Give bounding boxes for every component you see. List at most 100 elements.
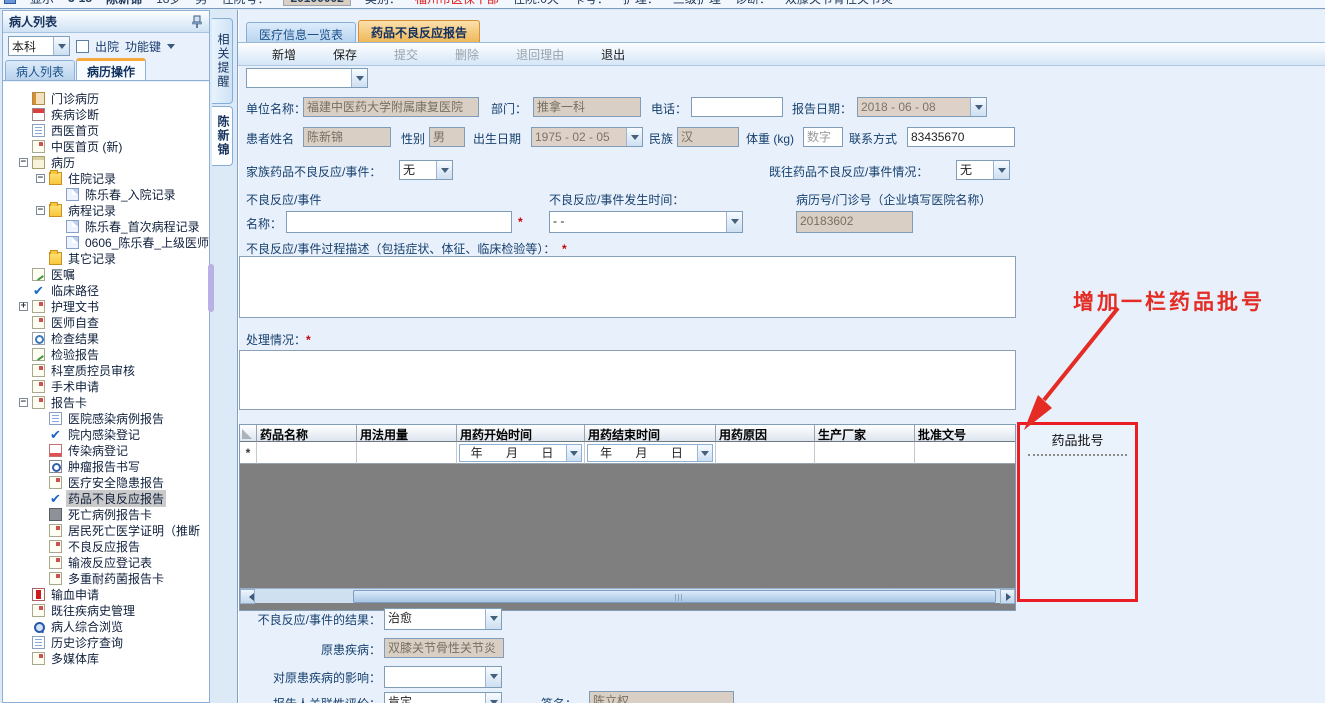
event-time-select[interactable]: - -: [549, 211, 743, 233]
record-no-field[interactable]: 20183602: [796, 211, 913, 233]
drug-table-new-row[interactable]: * 年 月 日 年 月 日: [240, 442, 1015, 464]
unit-field[interactable]: 福建中医药大学附属康复医院: [303, 97, 479, 117]
column-header[interactable]: 用药原因: [716, 425, 815, 442]
patient-vertical-tab[interactable]: 陈新锦: [212, 106, 233, 166]
department-filter-select[interactable]: 本科: [8, 36, 70, 56]
dosage-cell[interactable]: [357, 442, 457, 464]
handling-textarea[interactable]: [239, 350, 1016, 410]
function-keys-menu[interactable]: 功能键: [125, 38, 161, 55]
related-reminder-tab[interactable]: 相关提醒: [212, 18, 233, 104]
contact-field[interactable]: 83435670: [907, 127, 1015, 147]
patient-name-field[interactable]: 陈新锦: [303, 127, 391, 147]
tree-item[interactable]: 门诊病历: [3, 90, 209, 106]
scroll-left-arrow[interactable]: [240, 588, 255, 604]
impact-select[interactable]: [384, 666, 502, 688]
start-date-select[interactable]: 年 月 日: [459, 443, 582, 462]
tree-item[interactable]: 中医首页 (新): [3, 138, 209, 154]
column-header[interactable]: 生产厂家: [815, 425, 915, 442]
chevron-down-icon[interactable]: [566, 444, 581, 461]
tree-item[interactable]: + 护理文书: [3, 298, 209, 314]
expander-icon[interactable]: −: [36, 205, 45, 215]
exit-button[interactable]: 退出: [575, 44, 632, 65]
tree-item[interactable]: 多媒体库: [3, 650, 209, 666]
approval-no-cell[interactable]: [915, 442, 1015, 464]
delete-button[interactable]: 删除: [429, 44, 486, 65]
chevron-down-icon[interactable]: [167, 43, 176, 53]
tree-item[interactable]: 输液反应登记表: [3, 554, 209, 570]
tree-item[interactable]: 西医首页: [3, 122, 209, 138]
family-adr-select[interactable]: 无: [399, 160, 453, 180]
end-date-cell[interactable]: 年 月 日: [585, 442, 716, 464]
tree-item[interactable]: 居民死亡医学证明（推断: [3, 522, 209, 538]
tree-item[interactable]: − 报告卡: [3, 394, 209, 410]
sidebar-tab[interactable]: 病历操作: [76, 58, 147, 80]
gender-field[interactable]: 男: [429, 127, 465, 147]
signature-field[interactable]: 陈立权: [589, 691, 734, 703]
tree-item[interactable]: 科室质控员审核: [3, 362, 209, 378]
column-header[interactable]: 批准文号: [915, 425, 1015, 442]
scrollbar-thumb[interactable]: [353, 589, 996, 603]
sidebar-tab[interactable]: 病人列表: [5, 60, 76, 80]
tree-item[interactable]: 医疗安全隐患报告: [3, 474, 209, 490]
tree-item[interactable]: 医师自查: [3, 314, 209, 330]
expander-icon[interactable]: +: [19, 301, 28, 311]
document-tab[interactable]: 药品不良反应报告: [358, 20, 481, 42]
chevron-down-icon[interactable]: [485, 609, 501, 629]
event-name-field[interactable]: [286, 211, 512, 233]
tree-item[interactable]: − 病程记录: [3, 201, 209, 218]
tree-item[interactable]: 陈乐春_首次病程记录: [3, 218, 209, 234]
dept-field[interactable]: 推拿一科: [533, 97, 641, 117]
tree-item[interactable]: 手术申请: [3, 378, 209, 394]
chevron-down-icon[interactable]: [993, 161, 1009, 179]
original-disease-field[interactable]: 双膝关节骨性关节炎: [384, 638, 504, 658]
event-description-textarea[interactable]: [239, 256, 1016, 318]
tree-item[interactable]: − 住院记录: [3, 169, 209, 186]
birth-date-select[interactable]: 1975 - 02 - 05: [531, 127, 643, 147]
tree-item[interactable]: 历史诊疗查询: [3, 634, 209, 650]
scrollbar-thumb[interactable]: [208, 264, 214, 312]
report-date-select[interactable]: 2018 - 06 - 08: [857, 97, 987, 117]
new-button[interactable]: 新增: [246, 44, 303, 65]
tree-item[interactable]: 陈乐春_入院记录: [3, 186, 209, 202]
tree-item[interactable]: 0606_陈乐春_上级医师: [3, 234, 209, 250]
column-header[interactable]: 用法用量: [357, 425, 457, 442]
column-header[interactable]: 药品名称: [257, 425, 357, 442]
tree-item[interactable]: 多重耐药菌报告卡: [3, 570, 209, 586]
expander-icon[interactable]: −: [36, 173, 45, 183]
tree-item[interactable]: 不良反应报告: [3, 538, 209, 554]
chevron-down-icon[interactable]: [53, 37, 69, 55]
scroll-right-arrow[interactable]: [1000, 588, 1015, 604]
tree-item[interactable]: 输血申请: [3, 586, 209, 602]
column-header[interactable]: 用药开始时间: [457, 425, 585, 442]
horizontal-scrollbar[interactable]: [240, 588, 1015, 604]
tree-item[interactable]: 药品不良反应报告: [3, 489, 209, 507]
end-date-select[interactable]: 年 月 日: [587, 443, 713, 462]
chevron-down-icon[interactable]: [351, 69, 367, 87]
tree-item[interactable]: 临床路径: [3, 282, 209, 299]
tree-item[interactable]: 既往疾病史管理: [3, 602, 209, 618]
return-reason-button[interactable]: 退回理由: [490, 44, 571, 65]
tree-item[interactable]: 疾病诊断: [3, 106, 209, 122]
row-selector-header[interactable]: [240, 425, 257, 442]
document-tab[interactable]: 医疗信息一览表: [246, 22, 357, 42]
save-button[interactable]: 保存: [307, 44, 364, 65]
manufacturer-cell[interactable]: [815, 442, 915, 464]
reason-cell[interactable]: [716, 442, 815, 464]
chevron-down-icon[interactable]: [626, 128, 642, 146]
chevron-down-icon[interactable]: [726, 212, 742, 232]
tree-item[interactable]: 其它记录: [3, 249, 209, 266]
tree-item[interactable]: 检查结果: [3, 330, 209, 346]
pin-icon[interactable]: [191, 15, 203, 29]
tree-item[interactable]: 死亡病例报告卡: [3, 506, 209, 522]
expander-icon[interactable]: −: [19, 157, 28, 167]
drug-name-cell[interactable]: [257, 442, 357, 464]
chevron-down-icon[interactable]: [485, 693, 501, 703]
report-type-select[interactable]: [246, 68, 368, 88]
column-header[interactable]: 用药结束时间: [585, 425, 716, 442]
discharge-checkbox[interactable]: [76, 39, 89, 53]
submit-button[interactable]: 提交: [368, 44, 425, 65]
tree-item[interactable]: 肿瘤报告书写: [3, 458, 209, 474]
past-adr-select[interactable]: 无: [956, 160, 1010, 180]
weight-field[interactable]: 数字: [803, 127, 843, 147]
tree-item[interactable]: 院内感染登记: [3, 426, 209, 443]
